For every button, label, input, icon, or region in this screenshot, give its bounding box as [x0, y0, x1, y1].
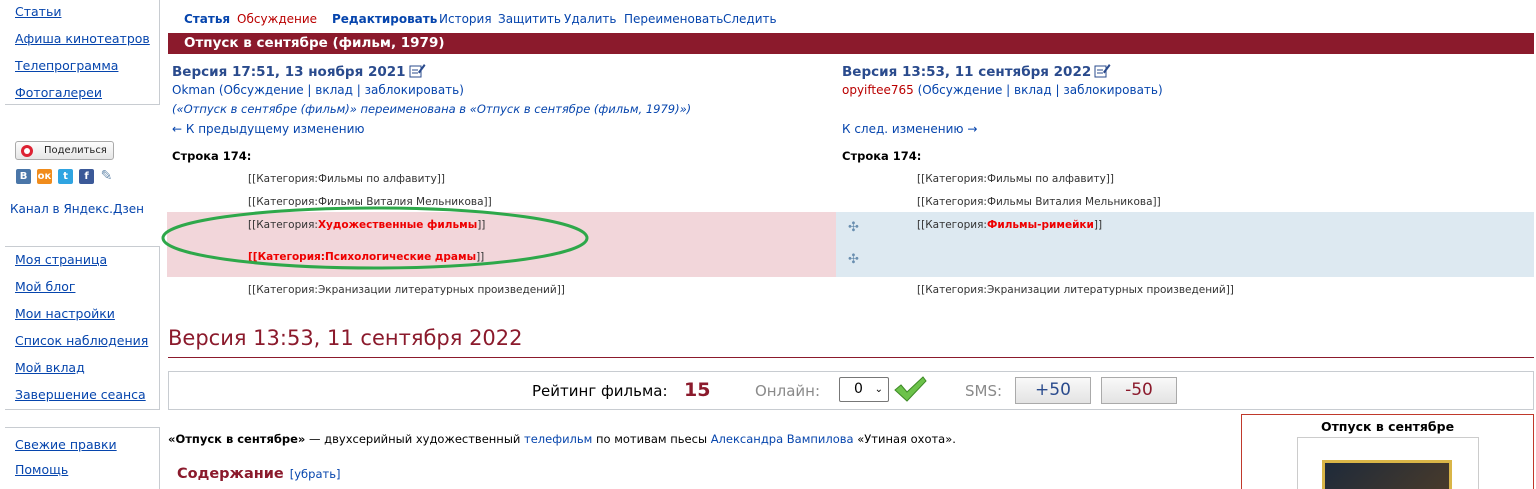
- tab-rename[interactable]: Переименовать: [624, 12, 723, 26]
- plus-icon: ✣: [848, 252, 859, 267]
- sidebar-link-my-contributions[interactable]: Мой вклад: [15, 360, 85, 375]
- toc-heading: Содержание [убрать]: [177, 466, 340, 482]
- sidebar-link-my-page[interactable]: Моя страница: [15, 252, 107, 267]
- rating-value: 15: [684, 379, 711, 401]
- right-version-header: Версия 13:53, 11 сентября 2022: [842, 63, 1111, 80]
- tab-discussion[interactable]: Обсуждение: [237, 12, 317, 26]
- yandex-channel-link[interactable]: Канал в Яндекс.Дзен: [10, 202, 144, 216]
- article-title-bold: Отпуск в сентябре: [175, 432, 298, 446]
- left-edit-summary: («Отпуск в сентябре (фильм)» переименова…: [172, 102, 692, 116]
- edit-icon[interactable]: [1094, 63, 1111, 78]
- right-user-line: opyiftee765 (Обсуждение | вклад | заблок…: [842, 83, 1163, 97]
- version-heading: Версия 13:53, 11 сентября 2022: [168, 326, 523, 350]
- share-button-label: Поделиться: [44, 145, 107, 156]
- link-icon[interactable]: ✎: [99, 169, 114, 184]
- infobox: Отпуск в сентябре: [1241, 414, 1534, 489]
- facebook-icon[interactable]: f: [79, 169, 94, 184]
- tab-history[interactable]: История: [439, 12, 492, 26]
- rating-label: Рейтинг фильма:: [532, 382, 668, 400]
- right-user-tools[interactable]: (Обсуждение | вклад | заблокировать): [918, 83, 1163, 97]
- vote-select-value: 0: [854, 381, 863, 397]
- sidebar-tools-box: Свежие правки Помощь: [5, 427, 160, 489]
- poster-image[interactable]: [1322, 460, 1452, 489]
- diff-context-line: [[Категория:Фильмы по алфавиту]]: [917, 173, 1114, 185]
- plus-icon: ✣: [848, 220, 859, 235]
- sidebar-link-logout[interactable]: Завершение сеанса: [15, 387, 146, 402]
- tab-delete[interactable]: Удалить: [564, 12, 617, 26]
- poster-frame: [1297, 437, 1479, 489]
- diff-context-line: [[Категория:Экранизации литературных про…: [917, 284, 1234, 296]
- left-line-number: Строка 174:: [172, 149, 252, 163]
- author-link[interactable]: Александра Вампилова: [711, 432, 854, 446]
- chevron-down-icon: ⌄: [874, 384, 883, 395]
- edit-icon[interactable]: [409, 63, 426, 78]
- intro-text: по мотивам пьесы: [592, 432, 711, 446]
- sidebar-personal-box: Моя страница Мой блог Мои настройки Спис…: [5, 246, 160, 410]
- vk-icon[interactable]: В: [16, 169, 31, 184]
- left-user-link[interactable]: Okman: [172, 83, 215, 97]
- vote-select[interactable]: 0 ⌄: [839, 377, 889, 402]
- sidebar-link-articles[interactable]: Статьи: [15, 4, 61, 19]
- sidebar-link-tv-program[interactable]: Телепрограмма: [15, 58, 118, 73]
- twitter-icon[interactable]: t: [58, 169, 73, 184]
- sidebar: Статьи Афиша кинотеатров Телепрограмма Ф…: [0, 0, 160, 489]
- sidebar-link-cinema-schedule[interactable]: Афиша кинотеатров: [15, 31, 150, 46]
- diff-context-line: [[Категория:Фильмы Виталия Мельникова]]: [917, 196, 1161, 208]
- tab-article[interactable]: Статья: [184, 12, 230, 26]
- tab-protect[interactable]: Защитить: [498, 12, 561, 26]
- submit-vote-check-icon[interactable]: [893, 374, 927, 404]
- telefilm-link[interactable]: телефильм: [524, 432, 592, 446]
- tab-watch[interactable]: Следить: [723, 12, 777, 26]
- left-version-link[interactable]: Версия 17:51, 13 ноября 2021: [172, 64, 406, 80]
- sidebar-link-photo-galleries[interactable]: Фотогалереи: [15, 85, 102, 100]
- intro-text: «Утиная охота».: [853, 432, 956, 446]
- sidebar-link-help[interactable]: Помощь: [15, 462, 68, 477]
- left-user-tools[interactable]: (Обсуждение | вклад | заблокировать): [219, 83, 464, 97]
- infobox-title: Отпуск в сентябре: [1320, 419, 1455, 434]
- sms-label: SMS:: [965, 382, 1003, 400]
- annotation-oval: [161, 206, 589, 270]
- prev-change-link[interactable]: ← К предыдущему изменению: [172, 122, 364, 136]
- ok-icon[interactable]: ок: [37, 169, 52, 184]
- tab-edit[interactable]: Редактировать: [332, 12, 437, 26]
- sidebar-link-recent-changes[interactable]: Свежие правки: [15, 437, 117, 452]
- sidebar-link-my-settings[interactable]: Мои настройки: [15, 306, 115, 321]
- page-title: Отпуск в сентябре (фильм, 1979): [168, 33, 1534, 54]
- divider: [168, 357, 1534, 358]
- diff-added-line-prefix: [[Категория:: [917, 219, 987, 231]
- right-version-link[interactable]: Версия 13:53, 11 сентября 2022: [842, 64, 1091, 80]
- next-change-link[interactable]: К след. изменению →: [842, 122, 977, 136]
- plus-50-button[interactable]: +50: [1015, 377, 1091, 404]
- sidebar-nav-box: Статьи Афиша кинотеатров Телепрограмма Ф…: [5, 0, 160, 105]
- intro-text: — двухсерийный художественный: [305, 432, 525, 446]
- left-version-header: Версия 17:51, 13 ноября 2021: [172, 63, 426, 80]
- toc-hide-link[interactable]: [убрать]: [290, 467, 341, 481]
- diff-added-line-suffix: ]]: [1093, 219, 1103, 231]
- right-line-number: Строка 174:: [842, 149, 922, 163]
- left-user-line: Okman (Обсуждение | вклад | заблокироват…: [172, 83, 464, 97]
- sidebar-link-my-blog[interactable]: Мой блог: [15, 279, 75, 294]
- sidebar-link-watchlist[interactable]: Список наблюдения: [15, 333, 148, 348]
- diff-context-line: [[Категория:Фильмы по алфавиту]]: [248, 173, 445, 185]
- toc-title: Содержание: [177, 466, 284, 482]
- online-label: Онлайн:: [755, 382, 821, 400]
- share-icon: [21, 145, 33, 157]
- article-intro: «Отпуск в сентябре» — двухсерийный худож…: [168, 432, 956, 446]
- minus-50-button[interactable]: -50: [1101, 377, 1177, 404]
- diff-context-line: [[Категория:Экранизации литературных про…: [248, 284, 565, 296]
- diff-added-text: Фильмы-римейки: [986, 219, 1094, 231]
- right-user-link[interactable]: opyiftee765: [842, 83, 914, 97]
- diff-added-line: [[Категория:Фильмы-римейки]]: [917, 219, 1102, 231]
- share-button[interactable]: Поделиться: [15, 141, 114, 160]
